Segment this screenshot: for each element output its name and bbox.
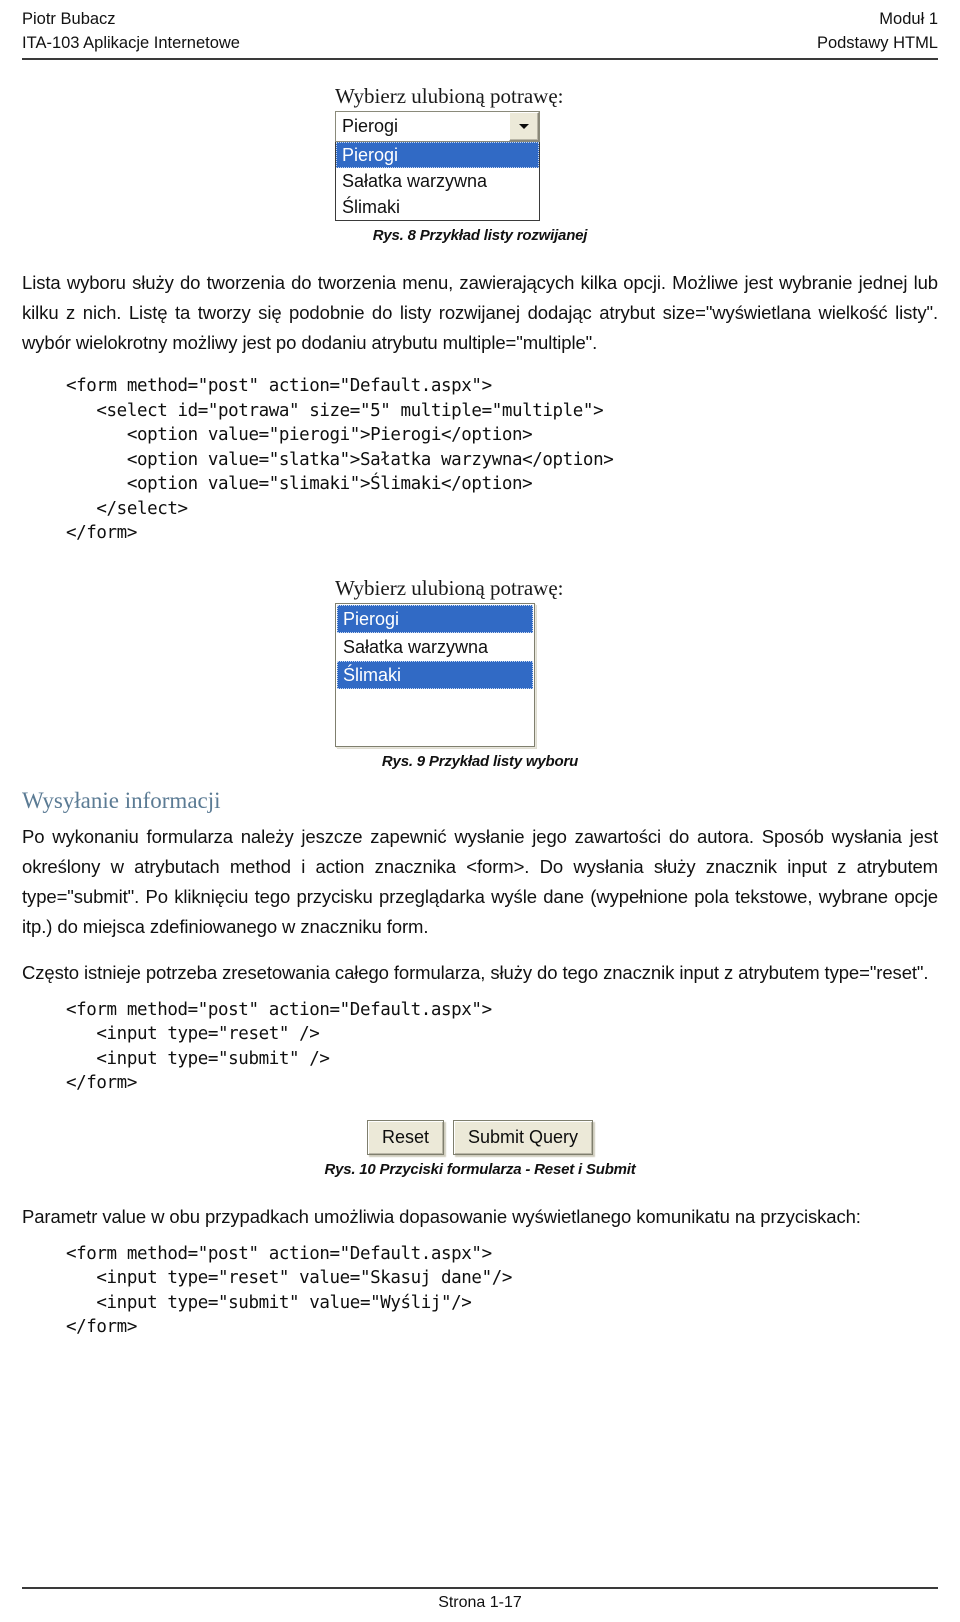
- section-heading-sending-information: Wysyłanie informacji: [22, 787, 221, 813]
- listbox-option-2[interactable]: Ślimaki: [337, 660, 533, 689]
- document-body: Wybierz ulubioną potrawę: Pierogi Pierog…: [22, 60, 938, 1340]
- dropdown-option-2[interactable]: Ślimaki: [336, 194, 539, 220]
- dropdown-option-0[interactable]: Pierogi: [336, 142, 539, 168]
- listbox-option-0[interactable]: Pierogi: [337, 604, 533, 633]
- code-block-custom-values: <form method="post" action="Default.aspx…: [66, 1243, 512, 1338]
- figure-9: Wybierz ulubioną potrawę: Pierogi Sałatk…: [22, 576, 938, 770]
- paragraph-list-intro: Lista wyboru służy do tworzenia do tworz…: [22, 268, 938, 358]
- dropdown-selected-value: Pierogi: [342, 116, 399, 136]
- multi-select-listbox[interactable]: Pierogi Sałatka warzywna Ślimaki: [335, 602, 535, 747]
- figure-9-label: Wybierz ulubioną potrawę:: [335, 575, 564, 600]
- listbox-option-3[interactable]: [337, 688, 533, 717]
- chevron-down-icon[interactable]: [509, 112, 539, 141]
- figure-8-caption: Rys. 8 Przykład listy rozwijanej: [372, 227, 588, 244]
- header-module: Moduł 1: [879, 10, 938, 28]
- dropdown-option-list[interactable]: Pierogi Sałatka warzywna Ślimaki: [335, 142, 540, 221]
- header-line-1: Piotr Bubacz Moduł 1: [22, 7, 938, 31]
- running-header: Piotr Bubacz Moduł 1 ITA-103 Aplikacje I…: [22, 0, 938, 60]
- code-block-reset-submit: <form method="post" action="Default.aspx…: [66, 999, 492, 1094]
- header-topic: Podstawy HTML: [816, 34, 938, 52]
- figure-10-caption: Rys. 10 Przyciski formularza - Reset i S…: [324, 1160, 636, 1178]
- chevron-down-glyph: [519, 124, 529, 129]
- dropdown-select[interactable]: Pierogi: [335, 111, 540, 142]
- listbox-option-4[interactable]: [337, 716, 533, 745]
- header-line-2: ITA-103 Aplikacje Internetowe Podstawy H…: [22, 31, 938, 55]
- code-block-select: <form method="post" action="Default.aspx…: [66, 376, 614, 543]
- footer-page-number: Strona 1-17: [438, 1594, 522, 1611]
- dropdown-option-1[interactable]: Sałatka warzywna: [336, 168, 539, 194]
- listbox-option-1[interactable]: Sałatka warzywna: [337, 633, 533, 661]
- paragraph-sending-2: Często istnieje potrzeba zresetowania ca…: [22, 961, 929, 983]
- figure-9-caption: Rys. 9 Przykład listy wyboru: [381, 752, 579, 770]
- submit-button[interactable]: Submit Query: [452, 1119, 594, 1155]
- footer-divider: [22, 1587, 938, 1589]
- reset-button[interactable]: Reset: [366, 1119, 444, 1155]
- figure-10: Reset Submit Query Rys. 10 Przyciski for…: [22, 1119, 938, 1178]
- header-author: Piotr Bubacz: [22, 10, 116, 28]
- running-footer: Strona 1-17: [22, 1587, 938, 1614]
- figure-8-label: Wybierz ulubioną potrawę:: [335, 84, 564, 108]
- document-page: Piotr Bubacz Moduł 1 ITA-103 Aplikacje I…: [0, 0, 960, 1622]
- form-buttons-row: Reset Submit Query: [22, 1119, 938, 1155]
- paragraph-value-parameter: Parametr value w obu przypadkach umożliw…: [22, 1205, 861, 1227]
- header-course: ITA-103 Aplikacje Internetowe: [22, 34, 240, 52]
- paragraph-list-intro-text: Lista wyboru służy do tworzenia do tworz…: [22, 272, 938, 353]
- paragraph-sending-1: Po wykonaniu formularza należy jeszcze z…: [22, 825, 938, 937]
- figure-8: Wybierz ulubioną potrawę: Pierogi Pierog…: [22, 84, 938, 244]
